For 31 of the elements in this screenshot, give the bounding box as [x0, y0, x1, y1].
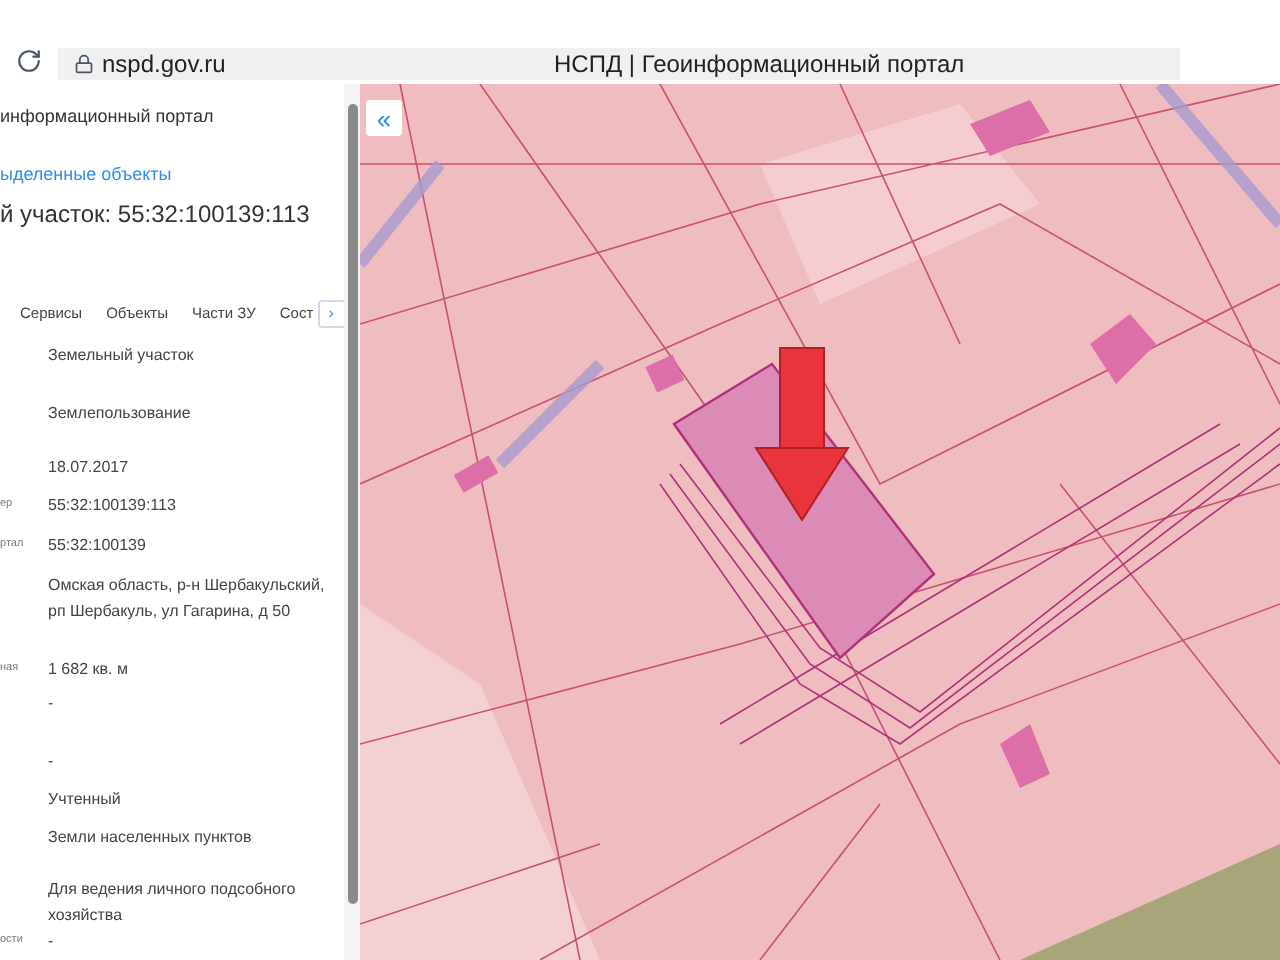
field-value: 18.07.2017 — [48, 456, 131, 480]
page-title: НСПД | Геоинформационный портал — [554, 48, 965, 82]
url-text: nspd.gov.ru — [102, 48, 228, 82]
selected-objects-link[interactable]: ыделенные объекты — [0, 161, 344, 188]
building-footprint — [970, 100, 1050, 156]
lock-icon — [74, 54, 94, 74]
field-value: Учтенный — [48, 788, 123, 812]
reload-icon[interactable] — [16, 48, 42, 74]
building-footprint — [645, 354, 685, 393]
tabs-next-button[interactable]: › — [317, 300, 344, 328]
map-view[interactable]: « — [360, 84, 1280, 960]
building-footprint — [1000, 724, 1050, 788]
building-footprint — [1090, 314, 1156, 384]
field-value: - — [48, 930, 56, 954]
breadcrumb: информационный портал — [0, 104, 216, 130]
scrollbar[interactable] — [344, 84, 360, 960]
field-value: Омская область, р-н Шербакульский, рп Шербакуль, ул Гагарина, д 50 — [48, 574, 327, 624]
address-bar[interactable]: nspd.gov.ru НСПД | Геоинформационный портал — [58, 48, 1180, 80]
scrollbar-thumb[interactable] — [347, 104, 357, 904]
field-value: 55:32:100139:113 — [48, 494, 178, 518]
field-value: 1 682 кв. м — [48, 658, 130, 682]
field-value: Земельный участок — [48, 344, 196, 368]
parcel-heading: й участок: 55:32:100139:113 — [0, 198, 312, 232]
down-arrow-icon — [754, 347, 850, 522]
field-value: Землепользование — [48, 402, 193, 426]
field-value: - — [48, 750, 56, 774]
field-value: Земли населенных пунктов — [48, 826, 254, 850]
field-value: 55:32:100139 — [48, 534, 148, 558]
field-value: Для ведения личного подсобного хозяйства — [48, 878, 298, 928]
field-value: - — [48, 692, 56, 716]
collapse-panel-button[interactable]: « — [366, 100, 402, 136]
